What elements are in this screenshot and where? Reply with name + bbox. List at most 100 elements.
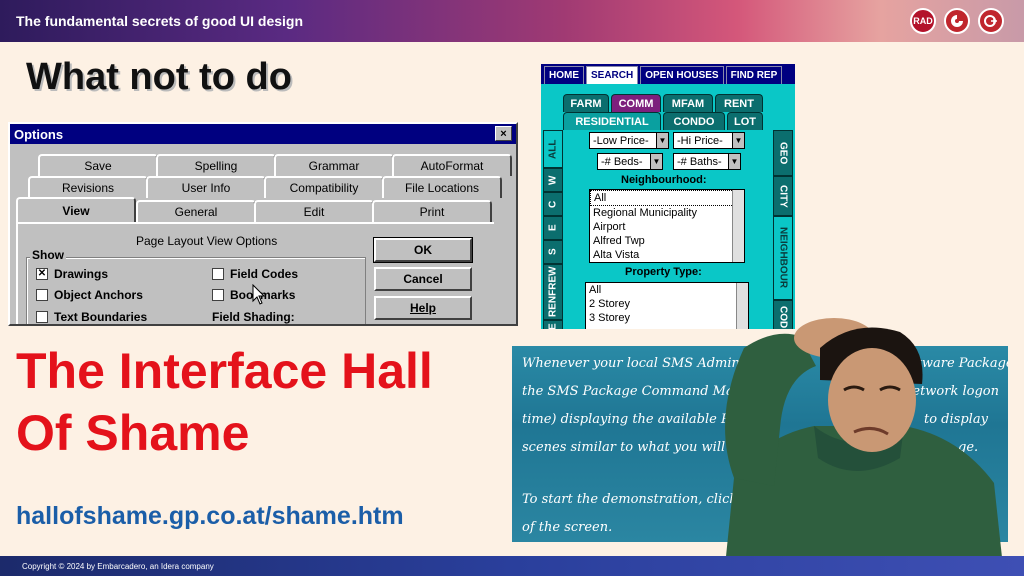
hall-of-shame-line-2: Of Shame [16, 405, 250, 461]
tab-print[interactable]: Print [372, 200, 492, 222]
tab-view[interactable]: View [16, 197, 136, 223]
low-price-value: -Low Price- [593, 134, 649, 147]
property-search-screenshot: HOME SEARCH OPEN HOUSES FIND REP FARM CO… [541, 64, 795, 329]
field-codes-checkbox[interactable]: Field Codes [212, 267, 298, 281]
show-label: Show [30, 248, 66, 262]
cpp-builder-logo-icon [978, 8, 1004, 34]
mouse-cursor-icon [252, 284, 266, 305]
tab-compatibility[interactable]: Compatibility [264, 176, 384, 198]
tab-row-2: Revisions User Info Compatibility File L… [28, 176, 508, 198]
chevron-down-icon: ▼ [732, 133, 744, 148]
baths-value: -# Baths- [677, 155, 722, 168]
tab-mfam[interactable]: MFAM [663, 94, 713, 112]
low-price-select[interactable]: -Low Price- ▼ [589, 132, 669, 149]
ok-button[interactable]: OK [373, 237, 473, 263]
vtab-e2[interactable]: E [543, 320, 563, 329]
tab-user-info[interactable]: User Info [146, 176, 266, 198]
chevron-down-icon: ▼ [650, 154, 662, 169]
checkbox-icon [212, 268, 224, 280]
tab-rent[interactable]: RENT [715, 94, 763, 112]
vtab-c[interactable]: C [543, 192, 563, 216]
slide-heading: What not to do [26, 56, 292, 98]
frustrated-person-image [704, 318, 1014, 576]
field-shading-label: Field Shading: [212, 310, 295, 324]
vtab-renfrew[interactable]: RENFREW [543, 264, 563, 320]
checkbox-icon [212, 289, 224, 301]
property-type-label: Property Type: [625, 266, 702, 278]
checkbox-icon [36, 289, 48, 301]
tab-row-3: View General Edit Print [16, 197, 496, 223]
drawings-label: Drawings [54, 267, 109, 281]
tab-farm[interactable]: FARM [563, 94, 609, 112]
options-dialog-title: Options [14, 126, 64, 142]
vtab-geo[interactable]: GEO [773, 130, 793, 176]
vtab-e[interactable]: E [543, 216, 563, 240]
tab-open-houses[interactable]: OPEN HOUSES [640, 66, 724, 84]
page-layout-view-options-label: Page Layout View Options [136, 234, 278, 248]
tab-lot[interactable]: LOT [727, 112, 763, 130]
text-boundaries-checkbox[interactable]: Text Boundaries [36, 310, 147, 324]
list-item[interactable]: Regional Municipality [590, 206, 744, 220]
tab-comm[interactable]: COMM [611, 94, 661, 112]
vtab-all[interactable]: ALL [543, 130, 563, 168]
tab-autoformat[interactable]: AutoFormat [392, 154, 512, 176]
top-nav-tabs: HOME SEARCH OPEN HOUSES FIND REP [541, 64, 795, 84]
neighbourhood-label: Neighbourhood: [621, 174, 707, 186]
cancel-button[interactable]: Cancel [374, 267, 472, 291]
tab-revisions[interactable]: Revisions [28, 176, 148, 198]
checkbox-checked-icon: ✕ [36, 268, 48, 280]
tab-find-rep[interactable]: FIND REP [725, 66, 783, 84]
hi-price-select[interactable]: -Hi Price- ▼ [673, 132, 745, 149]
slide-header: The fundamental secrets of good UI desig… [0, 0, 1024, 42]
chevron-down-icon: ▼ [728, 154, 740, 169]
hall-of-shame-url: hallofshame.gp.co.at/shame.htm [16, 502, 404, 530]
chevron-down-icon: ▼ [656, 133, 668, 148]
object-anchors-checkbox[interactable]: Object Anchors [36, 288, 143, 302]
options-dialog-titlebar: Options × [10, 124, 516, 144]
header-logos: RAD [910, 8, 1004, 34]
list-item[interactable]: Airport [590, 220, 744, 234]
tab-residential[interactable]: RESIDENTIAL [563, 112, 661, 130]
copyright-text: Copyright © 2024 by Embarcadero, an Ider… [22, 561, 214, 571]
tab-file-locations[interactable]: File Locations [382, 176, 502, 198]
tab-search[interactable]: SEARCH [586, 66, 639, 84]
hall-of-shame-line-1: The Interface Hall [16, 343, 433, 399]
delphi-logo-icon [944, 8, 970, 34]
checkbox-icon [36, 311, 48, 323]
tab-grammar[interactable]: Grammar [274, 154, 394, 176]
slide-header-title: The fundamental secrets of good UI desig… [16, 13, 304, 29]
beds-select[interactable]: -# Beds- ▼ [597, 153, 663, 170]
text-boundaries-label: Text Boundaries [54, 310, 148, 324]
help-button[interactable]: Help [374, 296, 472, 320]
tab-save[interactable]: Save [38, 154, 158, 176]
rad-logo: RAD [910, 8, 936, 34]
list-item[interactable]: All [590, 190, 744, 206]
beds-value: -# Beds- [601, 155, 643, 168]
tab-row-1: Save Spelling Grammar AutoFormat [38, 154, 516, 176]
hi-price-value: -Hi Price- [677, 134, 723, 147]
vtab-neighbour[interactable]: NEIGHBOUR [773, 216, 793, 300]
baths-select[interactable]: -# Baths- ▼ [673, 153, 741, 170]
slide-footer: Copyright © 2024 by Embarcadero, an Ider… [0, 556, 1024, 576]
list-item[interactable]: All [586, 283, 748, 297]
vtab-s[interactable]: S [543, 240, 563, 264]
list-item[interactable]: Alfred Twp [590, 234, 744, 248]
field-codes-label: Field Codes [230, 267, 299, 281]
tab-condo[interactable]: CONDO [663, 112, 725, 130]
tab-edit[interactable]: Edit [254, 200, 374, 222]
list-item[interactable]: Alta Vista [590, 248, 744, 262]
sms-text-line: time) displaying the available P [522, 412, 730, 427]
tab-home[interactable]: HOME [544, 66, 584, 84]
sms-text-line: of the screen. [522, 520, 613, 535]
options-dialog-screenshot: Options × Save Spelling Grammar AutoForm… [8, 122, 518, 326]
object-anchors-label: Object Anchors [54, 288, 143, 302]
drawings-checkbox[interactable]: ✕ Drawings [36, 267, 108, 281]
vtab-w[interactable]: W [543, 168, 563, 192]
scrollbar[interactable] [732, 190, 744, 262]
tab-spelling[interactable]: Spelling [156, 154, 276, 176]
hall-of-shame-title: The Interface Hall Of Shame [16, 340, 486, 464]
close-icon[interactable]: × [495, 126, 512, 141]
neighbourhood-listbox[interactable]: All Regional Municipality Airport Alfred… [589, 189, 745, 263]
vtab-city[interactable]: CITY [773, 176, 793, 216]
tab-general[interactable]: General [136, 200, 256, 222]
